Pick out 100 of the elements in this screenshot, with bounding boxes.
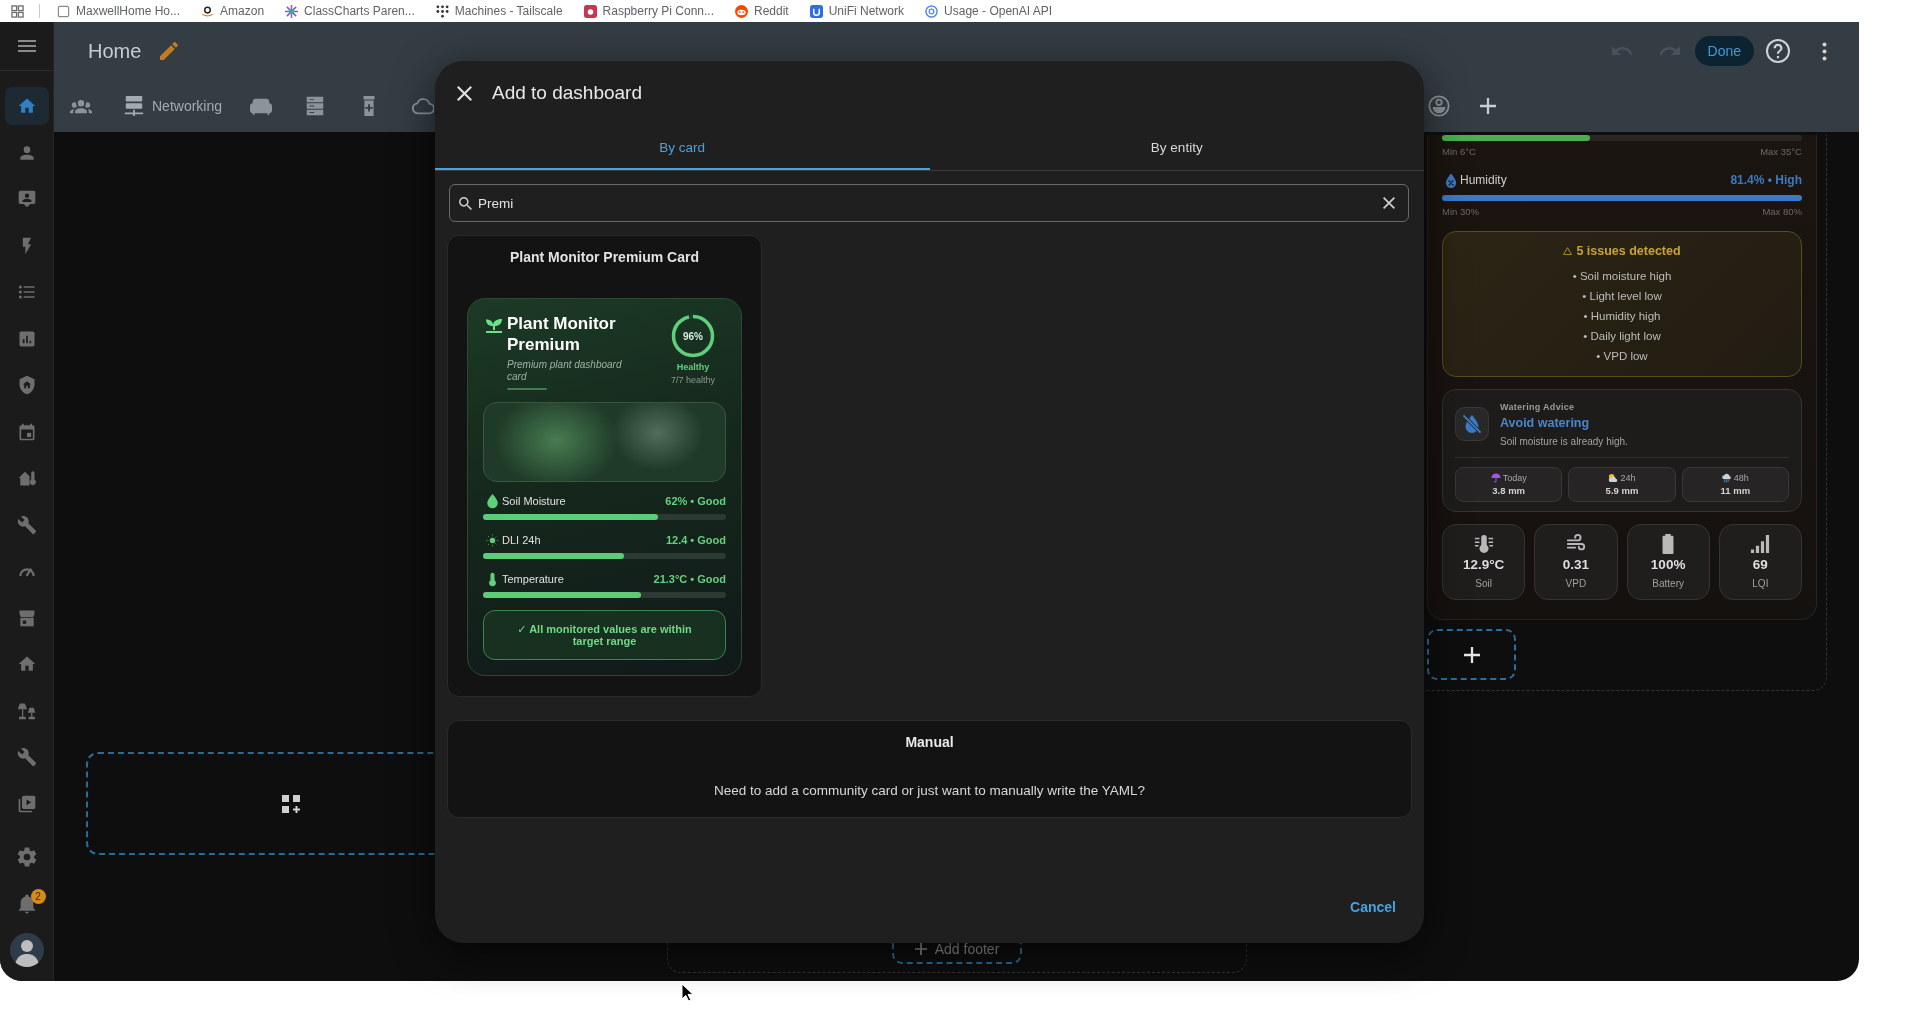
- forecast-label: Today: [1502, 472, 1527, 484]
- metric-reading: 12.4 • Good: [665, 534, 726, 546]
- signal-icon: [1750, 534, 1771, 554]
- sensor-reading: 81.4% • High: [1730, 173, 1802, 187]
- stat-label: Soil: [1475, 577, 1492, 590]
- page-icon: [57, 4, 70, 18]
- play-box-icon: [16, 793, 37, 814]
- close-icon: [456, 85, 472, 101]
- plus-icon: [1480, 98, 1497, 114]
- bookmark-link[interactable]: Reddit: [735, 4, 789, 18]
- issue-item: • Humidity high: [1583, 309, 1661, 324]
- preview-title: Plant Monitor Premium: [507, 313, 617, 355]
- forecast-value: 3.8 mm: [1492, 484, 1526, 497]
- dialog-title: Add to dashboard: [492, 82, 642, 104]
- max-label: Max 80%: [1762, 206, 1802, 218]
- sidebar-item[interactable]: [4, 87, 49, 126]
- search-field[interactable]: Premi: [449, 184, 1409, 222]
- user-avatar[interactable]: [9, 933, 44, 967]
- bookmark-link[interactable]: MaxwellHome Ho...: [57, 4, 181, 18]
- person-badge-icon: [16, 189, 37, 210]
- server-network-icon: [123, 95, 145, 117]
- warning-icon: [1563, 247, 1573, 255]
- umbrella-icon: [1490, 473, 1501, 483]
- health-value: 96%: [683, 330, 703, 342]
- add-card-button[interactable]: [1427, 629, 1516, 680]
- bell-icon: [16, 893, 37, 914]
- bookmark-link[interactable]: ClassCharts Paren...: [285, 4, 415, 18]
- sensor-label: Humidity: [1460, 173, 1507, 187]
- card-option[interactable]: [447, 235, 762, 697]
- sun-icon: [486, 532, 499, 548]
- face-icon: [735, 4, 748, 18]
- wrench-icon: [16, 514, 37, 535]
- issues-title: 5 issues detected: [1576, 244, 1681, 258]
- cloud-rain-icon: [1721, 473, 1732, 483]
- burst-icon: [285, 4, 299, 18]
- tab[interactable]: By card: [435, 125, 930, 170]
- dots-icon: [435, 4, 449, 18]
- bookmark-link[interactable]: Raspberry Pi Conn...: [583, 4, 714, 18]
- advice-title: Avoid watering: [1500, 415, 1590, 432]
- manual-description: Need to add a community card or just want to manually write the YAML?: [714, 782, 1145, 800]
- settings-icon: [16, 847, 37, 868]
- card-option-title: Plant Monitor Premium Card: [510, 248, 699, 266]
- pencil-icon: [160, 42, 179, 60]
- cancel-button[interactable]: Cancel: [1338, 889, 1408, 925]
- apps-grid-icon[interactable]: [11, 4, 24, 18]
- stat-value: 100%: [1650, 556, 1686, 573]
- plus-icon: [914, 942, 927, 955]
- metric-reading: 62% • Good: [665, 495, 726, 507]
- app-tile-icon: [809, 4, 823, 18]
- kebab-menu-icon: [1821, 41, 1827, 61]
- stat-value: 0.31: [1562, 556, 1589, 573]
- bookmark-link[interactable]: Machines - Tailscale: [435, 4, 563, 18]
- max-label: Max 35°C: [1760, 146, 1802, 158]
- issue-item: • Daily light low: [1583, 329, 1661, 344]
- bookmark-link[interactable]: UniFi Network: [809, 4, 905, 18]
- page-title: Home: [88, 39, 142, 63]
- close-icon: [1383, 197, 1395, 209]
- forecast-value: 5.9 mm: [1605, 484, 1639, 497]
- home-thermometer-icon: [16, 468, 37, 489]
- stat-value: 12.9°C: [1462, 556, 1505, 573]
- manual-title: Manual: [905, 733, 954, 751]
- menu-button[interactable]: [17, 40, 36, 52]
- cloud-icon: [412, 95, 435, 117]
- manual-option[interactable]: Manual Need to add a community card or just want to manually write the YAML?: [447, 720, 1412, 818]
- stat-label: VPD: [1565, 577, 1587, 590]
- view-tab[interactable]: Networking: [108, 80, 235, 132]
- forecast-label: 24h: [1620, 472, 1636, 484]
- advice-detail: Soil moisture is already high.: [1500, 435, 1628, 449]
- help-icon: [1766, 39, 1790, 63]
- drop-icon: [486, 493, 499, 509]
- forecast-label: 48h: [1733, 472, 1749, 484]
- tab[interactable]: By entity: [929, 125, 1424, 170]
- bookmark-link[interactable]: Usage - OpenAI API: [925, 4, 1053, 18]
- done-button[interactable]: Done: [1694, 36, 1754, 66]
- smile-arrow-icon: [201, 4, 215, 18]
- forecast-value: 11 mm: [1720, 484, 1751, 497]
- preview-subtitle: Premium plant dashboard card: [507, 359, 623, 383]
- stat-label: Battery: [1652, 577, 1684, 590]
- ring-icon: [1428, 95, 1451, 117]
- advice-label: Watering Advice: [1500, 401, 1575, 413]
- menu-icon: [17, 40, 36, 52]
- mouse-pointer-icon: [681, 983, 694, 1002]
- bookmark-link[interactable]: Amazon: [201, 4, 265, 18]
- search-icon: [459, 196, 472, 210]
- health-status: Healthy: [676, 362, 710, 373]
- swirl-icon: [925, 4, 939, 18]
- issue-item: • Soil moisture high: [1572, 269, 1672, 284]
- stat-value: 69: [1752, 556, 1768, 573]
- notifications-button[interactable]: 2: [4, 884, 49, 923]
- app-tile-icon: [583, 4, 597, 18]
- plus-icon: [1463, 646, 1480, 663]
- thermometer-icon: [1473, 534, 1494, 554]
- status-message: ✓ All monitored values are within target range: [483, 610, 726, 660]
- metric-label: Temperature: [502, 573, 564, 585]
- health-detail: 7/7 healthy: [670, 375, 715, 386]
- title-underline: [507, 388, 547, 390]
- sprout-icon: [485, 317, 503, 335]
- grid-plus-icon: [282, 794, 300, 813]
- edit-button[interactable]: [159, 41, 180, 61]
- issue-item: • Light level low: [1582, 289, 1662, 304]
